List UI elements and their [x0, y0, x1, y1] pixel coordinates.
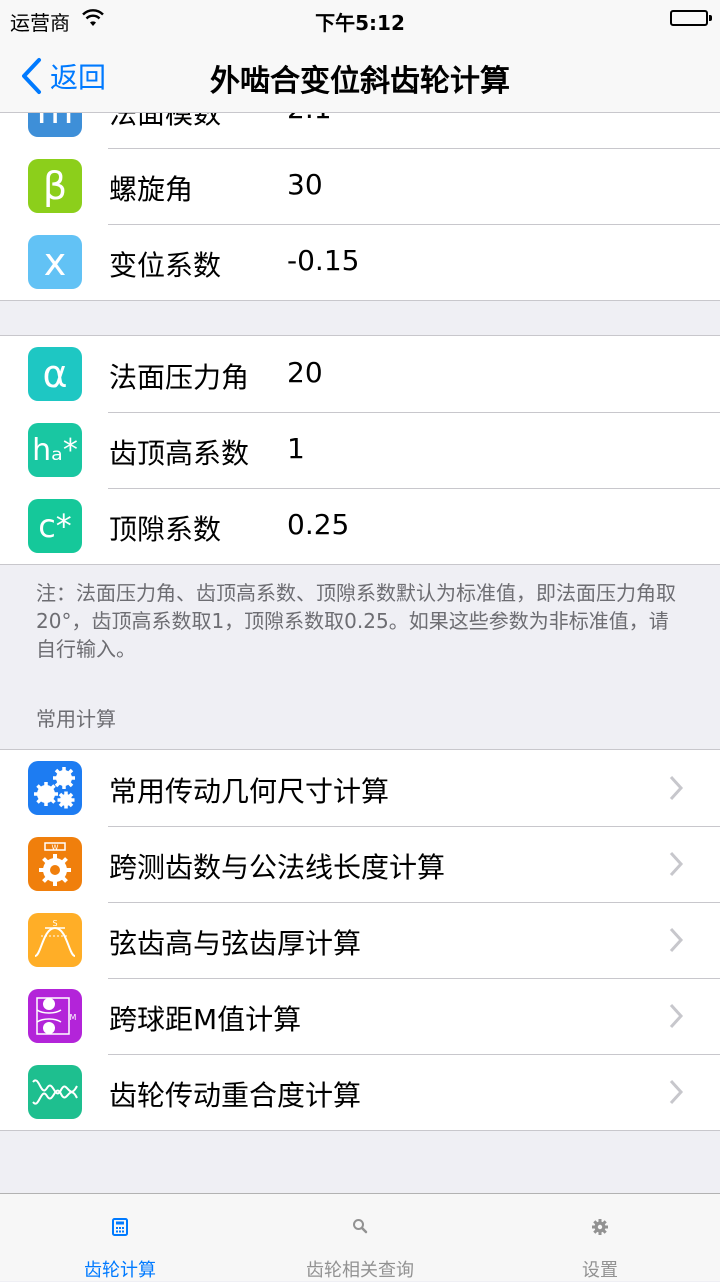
param-label: 法面压力角 [109, 361, 250, 394]
chevron-right-icon [669, 927, 684, 953]
ha-star-icon: hₐ* [28, 423, 82, 477]
calc-item-span-measurement[interactable]: W 跨测齿数与公法线长度计算 [0, 826, 720, 902]
gear-w-icon: W [28, 837, 82, 891]
footnote: 注：法面压力角、齿顶高系数、顶隙系数默认为标准值，即法面压力角取20°，齿顶高系… [36, 581, 676, 661]
calc-item-contact-ratio[interactable]: 齿轮传动重合度计算 [0, 1054, 720, 1130]
chordal-tooth-icon: S [28, 913, 82, 967]
calc-list: 常用传动几何尺寸计算 W 跨测齿数与公法线长度计算 S 弦齿高与弦齿厚计算 M … [0, 749, 720, 1131]
param-label: 变位系数 [109, 249, 222, 282]
navigation-bar: 返回 外啮合变位斜齿轮计算 [0, 40, 720, 113]
tab-gear-calc[interactable]: 齿轮计算 [0, 1194, 240, 1281]
alpha-icon: α [28, 347, 82, 401]
param-row-normal-module[interactable]: m 法面模数 2.1 [0, 113, 720, 148]
tab-gear-lookup[interactable]: 齿轮相关查询 [240, 1194, 480, 1281]
param-value-input[interactable]: -0.15 [287, 244, 359, 277]
gear-icon [592, 1219, 608, 1235]
calc-label: 齿轮传动重合度计算 [109, 1079, 362, 1112]
param-label: 法面模数 [109, 113, 222, 130]
param-value-input[interactable]: 0.25 [287, 508, 349, 541]
tab-settings[interactable]: 设置 [480, 1194, 720, 1281]
c-star-icon: c* [28, 499, 82, 553]
svg-text:S: S [52, 919, 57, 928]
calc-item-chordal[interactable]: S 弦齿高与弦齿厚计算 [0, 902, 720, 978]
param-row-pressure-angle[interactable]: α 法面压力角 20 [0, 336, 720, 412]
tab-bar: 齿轮计算 齿轮相关查询 设置 [0, 1193, 720, 1281]
calc-label: 跨球距M值计算 [109, 1003, 302, 1036]
calc-label: 跨测齿数与公法线长度计算 [109, 851, 446, 884]
param-row-addendum-coefficient[interactable]: hₐ* 齿顶高系数 1 [0, 412, 720, 488]
ball-distance-icon: M [28, 989, 82, 1043]
calc-item-ball-distance[interactable]: M 跨球距M值计算 [0, 978, 720, 1054]
svg-text:W: W [52, 844, 59, 852]
chevron-right-icon [669, 1003, 684, 1029]
param-value-input[interactable]: 20 [287, 356, 323, 389]
beta-icon: β [28, 159, 82, 213]
page-title: 外啮合变位斜齿轮计算 [210, 64, 510, 99]
svg-text:M: M [70, 1013, 77, 1022]
param-label: 顶隙系数 [109, 513, 222, 546]
param-row-shift-coefficient[interactable]: x 变位系数 -0.15 [0, 224, 720, 300]
param-label: 齿顶高系数 [109, 437, 250, 470]
status-bar: 运营商 下午5:12 [0, 0, 720, 40]
chevron-right-icon [669, 1079, 684, 1105]
scroll-content[interactable]: m 法面模数 2.1 β 螺旋角 30 x 变位系数 -0.15 α 法面压力角… [0, 113, 720, 1193]
tab-label: 齿轮相关查询 [306, 1260, 414, 1281]
contact-ratio-icon [28, 1065, 82, 1119]
param-value-input[interactable]: 2.1 [287, 113, 332, 125]
calculator-icon [112, 1218, 128, 1236]
chevron-right-icon [669, 851, 684, 877]
param-group-2: α 法面压力角 20 hₐ* 齿顶高系数 1 c* 顶隙系数 0.25 [0, 335, 720, 565]
calc-item-geometry[interactable]: 常用传动几何尺寸计算 [0, 750, 720, 826]
status-time: 下午5:12 [315, 11, 405, 35]
param-row-helix-angle[interactable]: β 螺旋角 30 [0, 148, 720, 224]
search-icon [353, 1219, 368, 1234]
battery-icon [670, 10, 712, 26]
calc-label: 弦齿高与弦齿厚计算 [109, 927, 362, 960]
section-header: 常用计算 [36, 707, 116, 731]
param-row-clearance-coefficient[interactable]: c* 顶隙系数 0.25 [0, 488, 720, 564]
calc-label: 常用传动几何尺寸计算 [109, 775, 390, 808]
module-m-icon: m [28, 113, 82, 137]
tab-label: 齿轮计算 [84, 1260, 156, 1281]
param-group-1: m 法面模数 2.1 β 螺旋角 30 x 变位系数 -0.15 [0, 113, 720, 301]
x-icon: x [28, 235, 82, 289]
gears-icon [28, 761, 82, 815]
param-value-input[interactable]: 30 [287, 168, 323, 201]
chevron-right-icon [669, 775, 684, 801]
param-label: 螺旋角 [109, 173, 194, 206]
param-value-input[interactable]: 1 [287, 432, 305, 465]
tab-label: 设置 [582, 1260, 618, 1281]
